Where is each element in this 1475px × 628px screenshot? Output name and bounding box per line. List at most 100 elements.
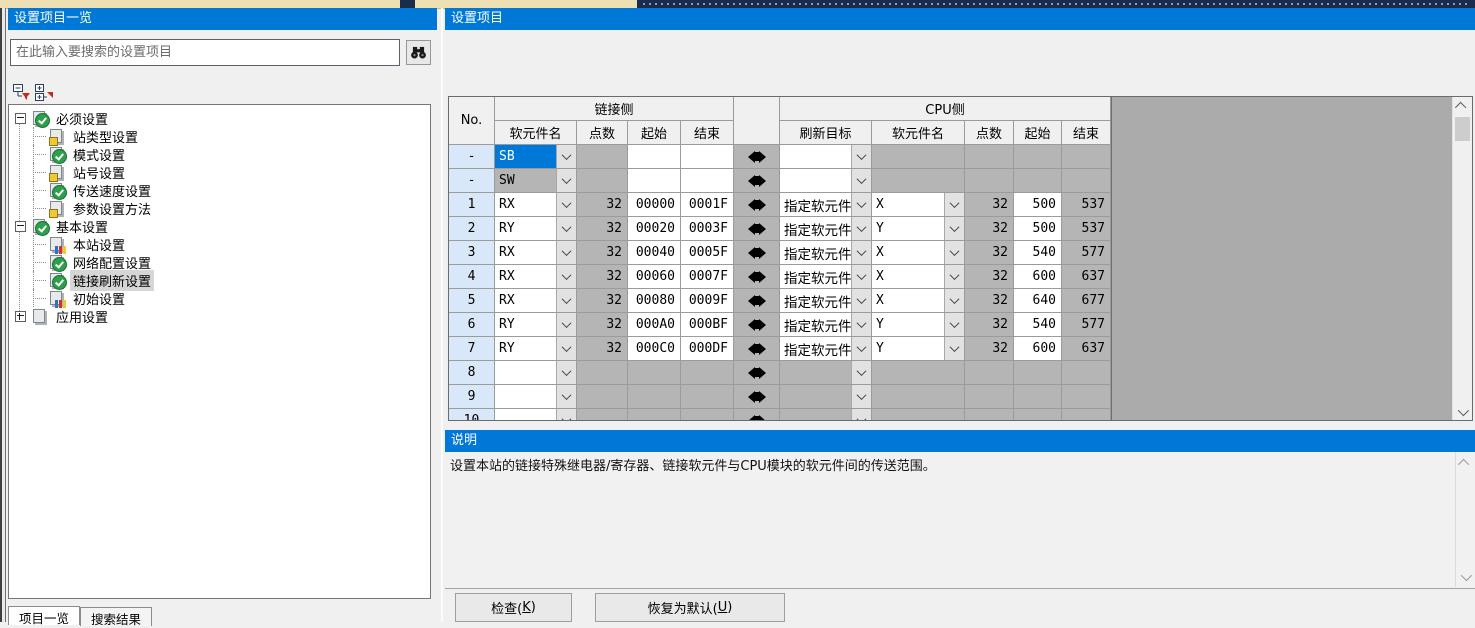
expand-plus-icon[interactable] <box>15 311 26 322</box>
link-device-dropdown-button[interactable] <box>556 265 576 288</box>
refresh-target-dropdown-button[interactable] <box>851 193 871 216</box>
refresh-target-dropdown-button[interactable] <box>851 217 871 240</box>
tree-item-own-station-setting[interactable]: 本站设置 <box>9 235 430 253</box>
tree-item-required-settings[interactable]: 必须设置 <box>9 109 430 127</box>
scroll-up-button[interactable] <box>1456 454 1474 471</box>
refresh-target-cell-value[interactable]: 指定软元件 <box>780 337 851 360</box>
tree-item-application-settings[interactable]: 应用设置 <box>9 307 430 325</box>
tab-item-list[interactable]: 项目一览 <box>8 606 80 625</box>
tree-item-link-refresh-setting[interactable]: 链接刷新设置 <box>9 271 430 289</box>
cpu-start-cell[interactable]: 500 <box>1014 217 1062 241</box>
refresh-target-cell-value[interactable] <box>780 361 851 384</box>
refresh-target-dropdown-button[interactable] <box>851 289 871 312</box>
link-start-cell[interactable]: 000A0 <box>628 313 681 337</box>
link-start-cell[interactable] <box>628 145 681 169</box>
refresh-target-cell-value[interactable]: 指定软元件 <box>780 217 851 240</box>
cpu-start-cell[interactable]: 540 <box>1014 241 1062 265</box>
link-end-cell[interactable] <box>681 169 734 193</box>
link-start-cell[interactable]: 00020 <box>628 217 681 241</box>
refresh-target-dropdown-button[interactable] <box>851 169 871 192</box>
cpu-device-dropdown-button[interactable] <box>944 313 964 336</box>
refresh-target-dropdown-button[interactable] <box>851 145 871 168</box>
collapse-all-button[interactable] <box>12 83 33 101</box>
refresh-target-cell-value[interactable]: 指定软元件 <box>780 193 851 216</box>
cpu-device-cell-value[interactable]: Y <box>872 313 944 336</box>
refresh-target-cell-value[interactable] <box>780 385 851 408</box>
link-start-cell[interactable] <box>628 169 681 193</box>
tree-item-transmission-speed-setting[interactable]: 传送速度设置 <box>9 181 430 199</box>
link-end-cell[interactable]: 0007F <box>681 265 734 289</box>
cpu-device-cell-value[interactable]: X <box>872 265 944 288</box>
refresh-target-cell-value[interactable] <box>780 145 851 168</box>
link-device-dropdown-button[interactable] <box>556 169 576 192</box>
cpu-start-cell[interactable]: 500 <box>1014 193 1062 217</box>
tree-item-station-number-setting[interactable]: 站号设置 <box>9 163 430 181</box>
link-device-cell-value[interactable]: RX <box>495 193 556 216</box>
refresh-target-cell-value[interactable] <box>780 169 851 192</box>
link-start-cell[interactable]: 00000 <box>628 193 681 217</box>
tree-item-mode-setting[interactable]: 模式设置 <box>9 145 430 163</box>
cpu-start-cell[interactable]: 600 <box>1014 265 1062 289</box>
cpu-device-dropdown-button[interactable] <box>944 193 964 216</box>
refresh-target-dropdown-button[interactable] <box>851 361 871 384</box>
tree-item-initial-setting[interactable]: 初始设置 <box>9 289 430 307</box>
cpu-start-cell[interactable]: 640 <box>1014 289 1062 313</box>
search-input[interactable] <box>10 39 400 66</box>
refresh-target-dropdown-button[interactable] <box>851 313 871 336</box>
link-device-cell-value[interactable]: SB <box>495 145 556 168</box>
refresh-target-cell-value[interactable]: 指定软元件 <box>780 265 851 288</box>
link-start-cell[interactable]: 00080 <box>628 289 681 313</box>
cpu-device-cell-value[interactable]: Y <box>872 337 944 360</box>
link-device-cell-value[interactable]: RY <box>495 313 556 336</box>
refresh-target-dropdown-button[interactable] <box>851 241 871 264</box>
link-device-cell-value[interactable]: RX <box>495 241 556 264</box>
expand-all-button[interactable] <box>34 83 55 101</box>
scroll-up-button[interactable] <box>1453 97 1471 114</box>
tree-item-basic-settings[interactable]: 基本设置 <box>9 217 430 235</box>
collapse-minus-icon[interactable] <box>15 113 26 124</box>
link-end-cell[interactable]: 000DF <box>681 337 734 361</box>
link-device-dropdown-button[interactable] <box>556 241 576 264</box>
cpu-device-dropdown-button[interactable] <box>944 241 964 264</box>
link-start-cell[interactable]: 00040 <box>628 241 681 265</box>
cpu-device-dropdown-button[interactable] <box>944 217 964 240</box>
description-scrollbar[interactable] <box>1455 452 1475 587</box>
refresh-target-cell-value[interactable] <box>780 409 851 421</box>
link-device-cell-value[interactable] <box>495 409 556 421</box>
link-end-cell[interactable]: 0003F <box>681 217 734 241</box>
link-end-cell[interactable]: 0001F <box>681 193 734 217</box>
cpu-start-cell[interactable]: 540 <box>1014 313 1062 337</box>
search-button[interactable] <box>406 40 431 65</box>
cpu-device-cell-value[interactable]: X <box>872 241 944 264</box>
link-device-dropdown-button[interactable] <box>556 361 576 384</box>
table-vertical-scrollbar[interactable] <box>1452 97 1472 420</box>
tab-search-result[interactable]: 搜索结果 <box>80 607 152 626</box>
refresh-target-dropdown-button[interactable] <box>851 385 871 408</box>
link-device-cell-value[interactable] <box>495 361 556 384</box>
cpu-device-dropdown-button[interactable] <box>944 265 964 288</box>
link-device-cell-value[interactable]: RX <box>495 265 556 288</box>
link-device-dropdown-button[interactable] <box>556 337 576 360</box>
cpu-start-cell[interactable]: 600 <box>1014 337 1062 361</box>
scroll-down-button[interactable] <box>1453 403 1471 420</box>
scroll-down-button[interactable] <box>1456 568 1474 585</box>
collapse-minus-icon[interactable] <box>15 221 26 232</box>
link-end-cell[interactable]: 0005F <box>681 241 734 265</box>
refresh-target-cell-value[interactable]: 指定软元件 <box>780 313 851 336</box>
cpu-device-dropdown-button[interactable] <box>944 337 964 360</box>
link-device-dropdown-button[interactable] <box>556 409 576 421</box>
tree-item-station-type-setting[interactable]: 站类型设置 <box>9 127 430 145</box>
link-device-dropdown-button[interactable] <box>556 289 576 312</box>
refresh-target-dropdown-button[interactable] <box>851 409 871 421</box>
cpu-device-dropdown-button[interactable] <box>944 289 964 312</box>
scrollbar-thumb[interactable] <box>1455 117 1470 141</box>
link-device-cell-value[interactable] <box>495 385 556 408</box>
link-device-cell-value[interactable]: RX <box>495 289 556 312</box>
cpu-device-cell-value[interactable]: Y <box>872 217 944 240</box>
refresh-target-cell-value[interactable]: 指定软元件 <box>780 241 851 264</box>
link-start-cell[interactable]: 000C0 <box>628 337 681 361</box>
link-device-cell-value[interactable]: RY <box>495 337 556 360</box>
refresh-target-dropdown-button[interactable] <box>851 337 871 360</box>
link-device-dropdown-button[interactable] <box>556 217 576 240</box>
link-device-dropdown-button[interactable] <box>556 193 576 216</box>
